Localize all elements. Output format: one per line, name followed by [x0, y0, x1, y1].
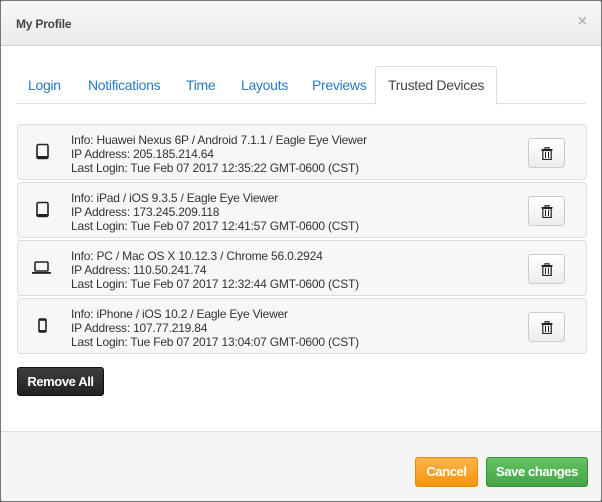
tablet-icon	[36, 201, 49, 218]
tab-layouts[interactable]: Layouts	[229, 66, 300, 104]
device-item: Info: PC / Mac OS X 10.12.3 / Chrome 56.…	[17, 240, 587, 296]
trash-icon	[541, 321, 553, 334]
device-last-login: Last Login: Tue Feb 07 2017 12:41:57 GMT…	[71, 219, 359, 233]
device-item: Info: iPad / iOS 9.3.5 / Eagle Eye Viewe…	[17, 182, 587, 238]
laptop-icon	[32, 261, 51, 274]
delete-device-button[interactable]	[528, 254, 565, 284]
dialog-footer: Cancel Save changes	[1, 431, 601, 501]
device-info: Info: iPad / iOS 9.3.5 / Eagle Eye Viewe…	[71, 191, 279, 205]
delete-device-button[interactable]	[528, 312, 565, 342]
device-info: Info: Huawei Nexus 6P / Android 7.1.1 / …	[71, 133, 367, 147]
device-ip: IP Address: 173.245.209.118	[71, 205, 220, 219]
trash-icon	[541, 147, 553, 160]
delete-device-button[interactable]	[528, 196, 565, 226]
tab-previews[interactable]: Previews	[300, 66, 378, 104]
delete-device-button[interactable]	[528, 138, 565, 168]
dialog-header: My Profile ×	[1, 1, 601, 46]
tab-notifications[interactable]: Notifications	[76, 66, 172, 104]
close-icon[interactable]: ×	[578, 13, 587, 31]
tablet-icon	[36, 143, 49, 160]
tab-time[interactable]: Time	[174, 66, 227, 104]
device-last-login: Last Login: Tue Feb 07 2017 13:04:07 GMT…	[71, 335, 359, 349]
tab-bar: Login Notifications Time Layouts Preview…	[16, 66, 586, 105]
cancel-button[interactable]: Cancel	[415, 457, 478, 487]
device-info: Info: iPhone / iOS 10.2 / Eagle Eye View…	[71, 307, 288, 321]
device-ip: IP Address: 110.50.241.74	[71, 263, 207, 277]
device-ip: IP Address: 107.77.219.84	[71, 321, 208, 335]
device-info: Info: PC / Mac OS X 10.12.3 / Chrome 56.…	[71, 249, 323, 263]
my-profile-dialog: My Profile × Login Notifications Time La…	[0, 0, 602, 502]
remove-all-button[interactable]: Remove All	[17, 367, 104, 396]
trash-icon	[541, 263, 553, 276]
device-last-login: Last Login: Tue Feb 07 2017 12:32:44 GMT…	[71, 277, 359, 291]
trash-icon	[541, 205, 553, 218]
device-item: Info: iPhone / iOS 10.2 / Eagle Eye View…	[17, 298, 587, 354]
device-ip: IP Address: 205.185.214.64	[71, 147, 214, 161]
tab-trusted-devices[interactable]: Trusted Devices	[375, 66, 498, 105]
save-changes-button[interactable]: Save changes	[486, 457, 588, 487]
device-item: Info: Huawei Nexus 6P / Android 7.1.1 / …	[17, 124, 587, 180]
mobile-icon	[38, 318, 47, 333]
dialog-title: My Profile	[16, 17, 72, 31]
device-last-login: Last Login: Tue Feb 07 2017 12:35:22 GMT…	[71, 161, 359, 175]
tab-login[interactable]: Login	[16, 66, 73, 104]
